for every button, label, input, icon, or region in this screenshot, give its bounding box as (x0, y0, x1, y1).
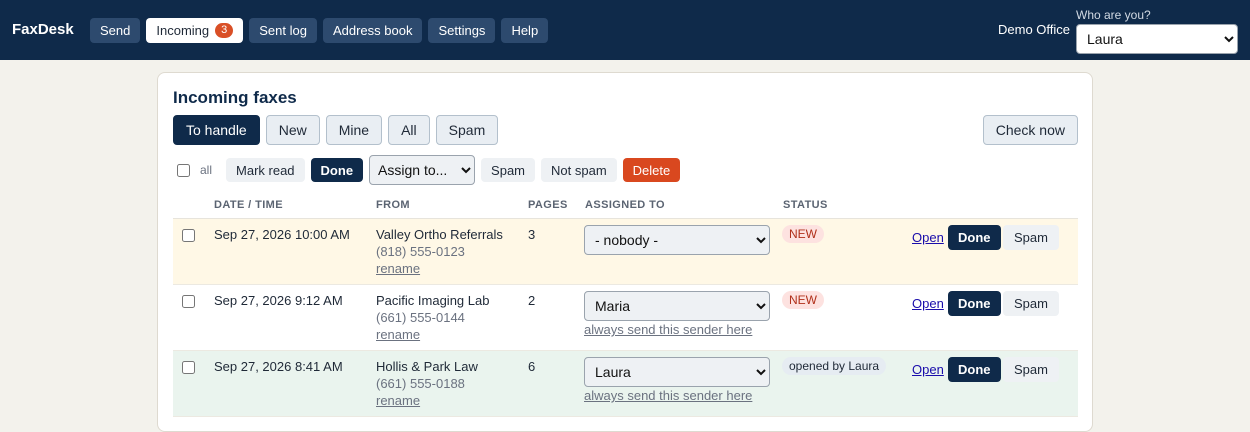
nav-help-label: Help (511, 23, 539, 38)
page-title: Incoming faxes (173, 88, 297, 107)
sender-name: Pacific Imaging Lab (376, 293, 490, 308)
filter-new[interactable]: New (265, 115, 320, 145)
sender-phone: (661) 555-0188 (376, 376, 465, 391)
main-nav: Send Incoming 3 Sent log Address book Se… (90, 18, 549, 43)
row-pages: 6 (528, 359, 536, 374)
nav-settings[interactable]: Settings (428, 18, 496, 43)
filter-mine[interactable]: Mine (325, 115, 383, 145)
bulk-delete-button[interactable]: Delete (622, 158, 681, 182)
header-pages: PAGES (528, 199, 568, 211)
nav-settings-label: Settings (438, 23, 486, 38)
assign-select[interactable]: - nobody - (584, 225, 770, 255)
filter-tabs: To handle New Mine All Spam (173, 115, 499, 145)
row-pages: 2 (528, 293, 536, 308)
nav-address-book-label: Address book (332, 23, 413, 38)
table-row: Sep 27, 2026 8:41 AM Hollis & Park Law (… (173, 351, 1078, 417)
bulk-not-spam-button[interactable]: Not spam (541, 158, 617, 182)
row-spam-button[interactable]: Spam (1003, 357, 1059, 382)
row-checkbox[interactable] (182, 361, 195, 374)
row-checkbox[interactable] (182, 229, 195, 242)
row-from: Hollis & Park Law (661) 555-0188 rename (376, 359, 478, 408)
incoming-card: Incoming faxes To handle New Mine All Sp… (157, 72, 1093, 432)
row-from: Valley Ortho Referrals (818) 555-0123 re… (376, 227, 503, 276)
nav-send-label: Send (100, 23, 131, 38)
sender-name: Valley Ortho Referrals (376, 227, 503, 242)
table-row: Sep 27, 2026 9:12 AM Pacific Imaging Lab… (173, 285, 1078, 351)
bulk-done-button[interactable]: Done (310, 158, 364, 182)
always-send-here-link[interactable]: always send this sender here (584, 388, 752, 403)
row-spam-button[interactable]: Spam (1003, 291, 1059, 316)
office-name: Demo Office (998, 22, 1071, 37)
user-select[interactable]: Laura (1076, 24, 1238, 54)
assign-select[interactable]: Maria (584, 291, 770, 321)
row-datetime: Sep 27, 2026 9:12 AM (214, 293, 343, 308)
nav-sent-log-label: Sent log (259, 23, 307, 38)
row-done-button[interactable]: Done (948, 291, 1001, 316)
status-badge: NEW (782, 291, 824, 309)
nav-send[interactable]: Send (90, 18, 141, 43)
rename-link[interactable]: rename (376, 393, 478, 408)
row-pages: 3 (528, 227, 536, 242)
row-datetime: Sep 27, 2026 10:00 AM (214, 227, 350, 242)
row-checkbox[interactable] (182, 295, 195, 308)
row-spam-button[interactable]: Spam (1003, 225, 1059, 250)
nav-incoming-label: Incoming (156, 23, 210, 38)
nav-sent-log[interactable]: Sent log (249, 18, 317, 43)
filter-to-handle[interactable]: To handle (173, 115, 260, 145)
sender-phone: (818) 555-0123 (376, 244, 465, 259)
bulk-spam-button[interactable]: Spam (481, 158, 536, 182)
row-done-button[interactable]: Done (948, 357, 1001, 382)
header-from: FROM (376, 199, 410, 211)
assign-select[interactable]: Laura (584, 357, 770, 387)
top-bar: FaxDesk Send Incoming 3 Sent log Address… (0, 0, 1250, 60)
header-status: STATUS (783, 199, 828, 211)
mark-read-button[interactable]: Mark read (226, 158, 305, 182)
status-badge: NEW (782, 225, 824, 243)
always-send-here-link[interactable]: always send this sender here (584, 322, 752, 337)
open-link[interactable]: Open (912, 362, 944, 377)
app-brand[interactable]: FaxDesk (12, 21, 74, 38)
open-link[interactable]: Open (912, 296, 944, 311)
header-assigned-to: ASSIGNED TO (585, 199, 665, 211)
filter-spam[interactable]: Spam (435, 115, 499, 145)
select-all-checkbox[interactable] (177, 163, 190, 177)
header-date-time: DATE / TIME (214, 199, 283, 211)
open-link[interactable]: Open (912, 230, 944, 245)
row-from: Pacific Imaging Lab (661) 555-0144 renam… (376, 293, 489, 342)
row-datetime: Sep 27, 2026 8:41 AM (214, 359, 343, 374)
sender-name: Hollis & Park Law (376, 359, 478, 374)
status-badge: opened by Laura (782, 357, 887, 375)
table-header: DATE / TIME FROM PAGES ASSIGNED TO STATU… (173, 197, 1078, 219)
filter-all[interactable]: All (388, 115, 430, 145)
rename-link[interactable]: rename (376, 327, 489, 342)
rename-link[interactable]: rename (376, 261, 503, 276)
nav-help[interactable]: Help (501, 18, 549, 43)
incoming-count-badge: 3 (215, 23, 234, 38)
sender-phone: (661) 555-0144 (376, 310, 465, 325)
nav-incoming[interactable]: Incoming 3 (146, 18, 244, 43)
check-now-button[interactable]: Check now (982, 115, 1078, 145)
who-are-you-label: Who are you? (1076, 8, 1151, 22)
bulk-assign-select[interactable]: Assign to... (369, 155, 476, 185)
row-done-button[interactable]: Done (948, 225, 1001, 250)
select-all-label: all (200, 163, 213, 177)
nav-address-book[interactable]: Address book (322, 18, 423, 43)
table-row: Sep 27, 2026 10:00 AM Valley Ortho Refer… (173, 219, 1078, 285)
bulk-actions: all Mark read Done Assign to... Spam Not… (173, 155, 681, 185)
